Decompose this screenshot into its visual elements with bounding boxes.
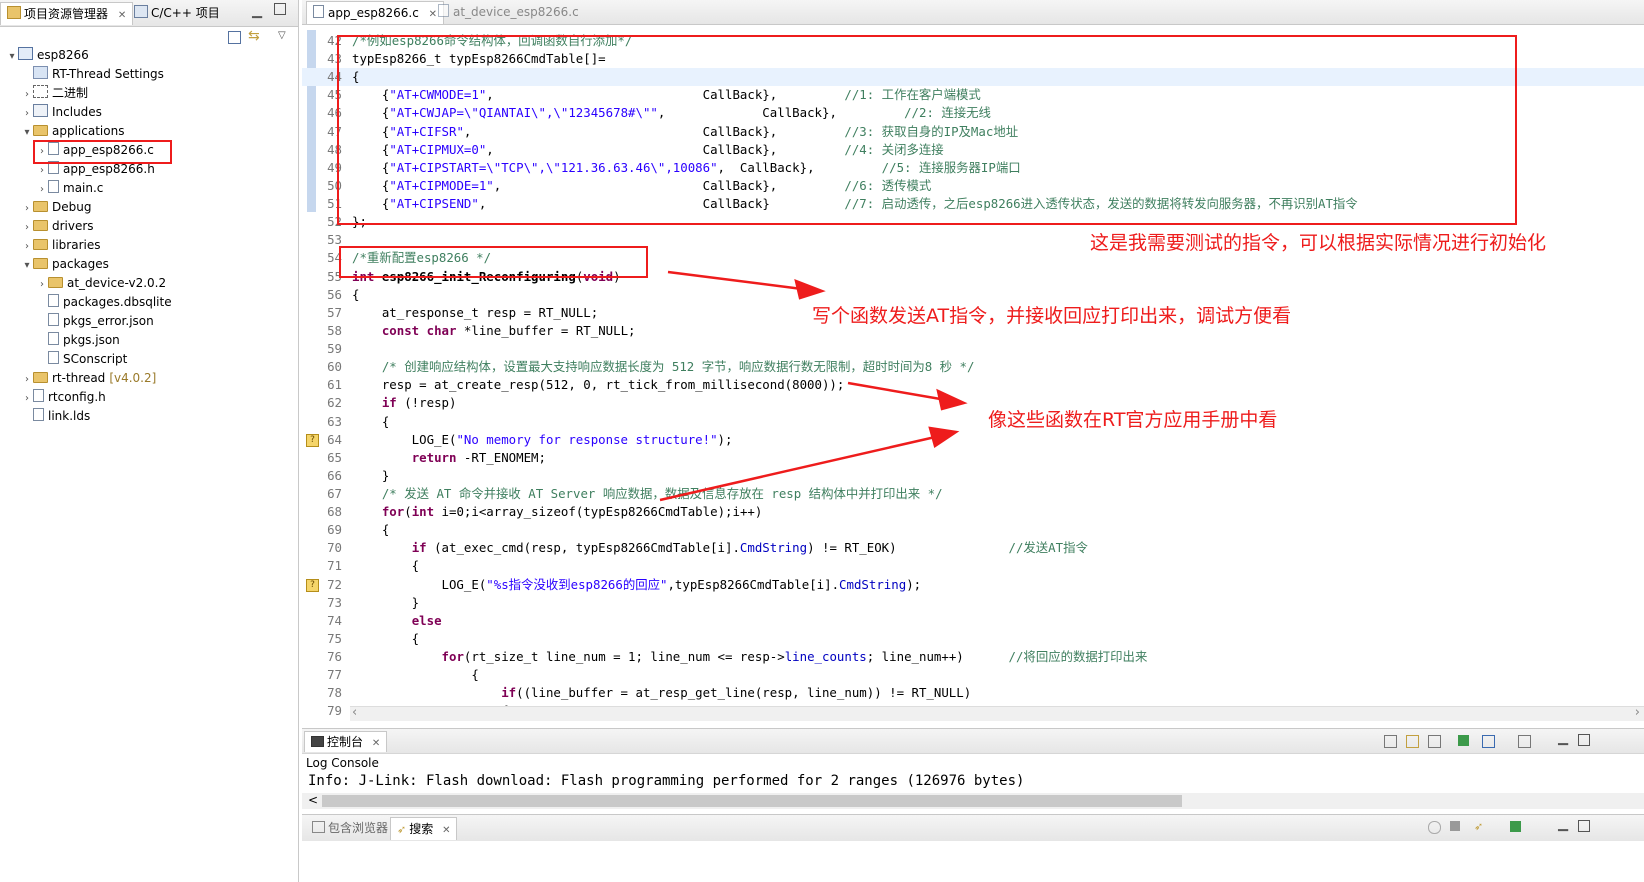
include-browser-icon — [312, 821, 325, 833]
arrow-function — [667, 270, 811, 292]
console-tab-bar: 控制台 ✕ ▁ — [302, 729, 1644, 754]
arrow-resp-create-head — [936, 388, 968, 411]
cancel-icon[interactable] — [1450, 821, 1460, 831]
arrow-resp-create — [847, 381, 953, 403]
word-wrap-icon[interactable] — [1428, 735, 1441, 748]
maximize-icon[interactable] — [1578, 734, 1590, 746]
arrow-exec — [659, 433, 945, 502]
search-icon: ➶ — [397, 823, 407, 836]
maximize-icon[interactable] — [1578, 820, 1590, 832]
console-output: Info: J-Link: Flash download: Flash prog… — [308, 773, 1025, 789]
open-console-icon[interactable] — [1518, 735, 1531, 748]
console-scrollbar[interactable]: < — [302, 793, 1644, 809]
scroll-lock-icon[interactable] — [1406, 735, 1419, 748]
annotation-command-table: 这是我需要测试的指令，可以根据实际情况进行初始化 — [1090, 232, 1547, 254]
close-icon[interactable]: ✕ — [372, 738, 380, 749]
close-icon[interactable]: ✕ — [442, 825, 450, 836]
console-icon — [311, 736, 324, 747]
console-panel: 控制台 ✕ ▁ Log Console Info: J-Link: Flash … — [302, 728, 1644, 813]
history-icon[interactable]: ➶ — [1474, 820, 1483, 833]
clear-console-icon[interactable] — [1384, 735, 1397, 748]
pin-console-icon[interactable] — [1458, 735, 1469, 746]
tab-console-label: 控制台 — [327, 735, 364, 749]
annotation-rt-manual: 像这些函数在RT官方应用手册中看 — [988, 409, 1278, 431]
minimize-icon[interactable]: ▁ — [1558, 731, 1568, 746]
tab-console[interactable]: 控制台 ✕ — [304, 731, 388, 752]
display-console-icon[interactable] — [1482, 735, 1495, 748]
tab-include-browser[interactable]: 包含浏览器 — [306, 817, 394, 839]
scroll-left-icon[interactable]: < — [308, 793, 318, 807]
bottom-tab-bar: 包含浏览器 ➶ 搜索 ✕ ➶ ▁ — [302, 814, 1644, 841]
annotation-send-function: 写个函数发送AT指令，并接收回应打印出来，调试方便看 — [812, 305, 1292, 327]
arrow-exec-head — [928, 426, 960, 448]
scroll-thumb[interactable] — [322, 795, 1182, 807]
pin-search-icon[interactable] — [1510, 821, 1521, 832]
tab-include-browser-label: 包含浏览器 — [328, 821, 389, 835]
arrow-function-head — [794, 278, 826, 300]
console-title: Log Console — [306, 756, 379, 770]
tab-search[interactable]: ➶ 搜索 ✕ — [390, 817, 458, 840]
refresh-icon[interactable] — [1428, 821, 1441, 834]
minimize-icon[interactable]: ▁ — [1558, 817, 1568, 832]
tab-search-label: 搜索 — [409, 822, 434, 836]
